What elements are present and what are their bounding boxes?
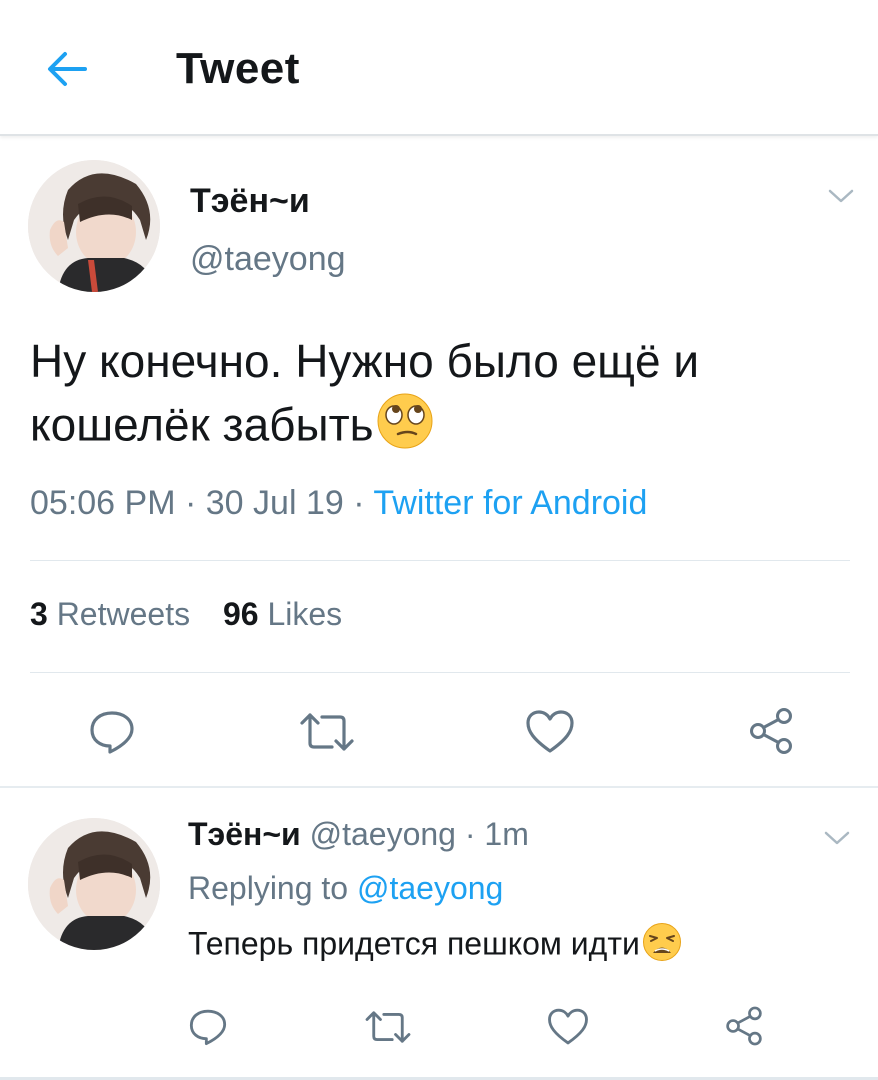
retweet-icon — [300, 713, 354, 751]
tweet-time: 05:06 PM — [30, 484, 176, 522]
tweet-text-line-2-text: кошелёк забыть — [30, 398, 374, 451]
retweets-count: 3 — [30, 596, 48, 632]
page-title: Tweet — [176, 44, 300, 93]
retweet-button[interactable] — [294, 706, 360, 758]
tweet-date: 30 Jul 19 — [205, 484, 344, 522]
author-handle[interactable]: @taeyong — [190, 240, 346, 279]
avatar-image — [28, 818, 160, 950]
heart-icon — [548, 1008, 588, 1045]
reply-text: Теперь придется пешком идти — [188, 922, 682, 970]
author-avatar[interactable] — [28, 160, 160, 292]
top-bar: Tweet — [0, 0, 878, 136]
likes-label: Likes — [267, 596, 343, 632]
avatar-image — [28, 160, 160, 292]
reply-author-avatar[interactable] — [28, 818, 160, 950]
replying-to: Replying to @taeyong — [188, 870, 503, 907]
meta-separator: · — [353, 484, 365, 522]
divider — [30, 560, 850, 561]
likes-count: 96 — [222, 596, 259, 632]
replying-to-mention[interactable]: @taeyong — [357, 870, 503, 906]
back-button[interactable] — [40, 44, 94, 94]
chevron-down-icon — [828, 189, 854, 203]
reply-icon — [90, 711, 134, 754]
section-divider — [0, 786, 878, 788]
meta-separator: · — [464, 816, 476, 852]
reply-button[interactable] — [84, 706, 140, 758]
tweet-text-line-2: кошелёк забыть — [30, 392, 850, 465]
chevron-down-icon — [824, 831, 850, 845]
reply-retweet-button[interactable] — [360, 1004, 416, 1050]
retweet-icon — [365, 1011, 411, 1043]
heart-icon — [526, 710, 574, 753]
meta-separator: · — [184, 484, 197, 522]
likes-stat[interactable]: 96 Likes — [223, 596, 342, 632]
reply-author-handle[interactable]: @taeyong — [310, 816, 456, 852]
tweet-source-link[interactable]: Twitter for Android — [373, 484, 647, 522]
tweet-stats: 3 Retweets 96 Likes — [30, 596, 342, 633]
reply-header: Тэён~и @taeyong · 1m — [188, 816, 529, 853]
reply-reply-button[interactable] — [184, 1004, 232, 1050]
retweets-label: Retweets — [56, 596, 191, 632]
share-button[interactable] — [744, 704, 798, 758]
share-icon — [726, 1006, 762, 1046]
reply-text-content: Теперь придется пешком идти — [188, 925, 640, 962]
divider — [30, 672, 850, 673]
retweets-stat[interactable]: 3 Retweets — [30, 596, 199, 632]
tweet-text: Ну конечно. Нужно было ещё и кошелёк заб… — [30, 330, 850, 465]
author-name[interactable]: Тэён~и — [190, 182, 310, 221]
like-button[interactable] — [522, 706, 578, 758]
tweet-options-button[interactable] — [826, 186, 856, 211]
reply-like-button[interactable] — [544, 1004, 592, 1050]
reply-options-button[interactable] — [822, 828, 852, 853]
reply-author-name[interactable]: Тэён~и — [188, 816, 301, 852]
arrow-left-icon — [48, 52, 87, 86]
share-icon — [750, 708, 792, 754]
reply-age: 1m — [484, 816, 529, 852]
rolling-eyes-emoji-icon — [376, 392, 434, 465]
reply-share-button[interactable] — [720, 1002, 768, 1050]
tweet-text-line-1: Ну конечно. Нужно было ещё и — [30, 335, 700, 387]
replying-label: Replying to — [188, 870, 349, 906]
weary-face-emoji-icon — [642, 922, 682, 970]
tweet-meta: 05:06 PM · 30 Jul 19 · Twitter for Andro… — [30, 484, 647, 523]
reply-icon — [189, 1009, 227, 1046]
